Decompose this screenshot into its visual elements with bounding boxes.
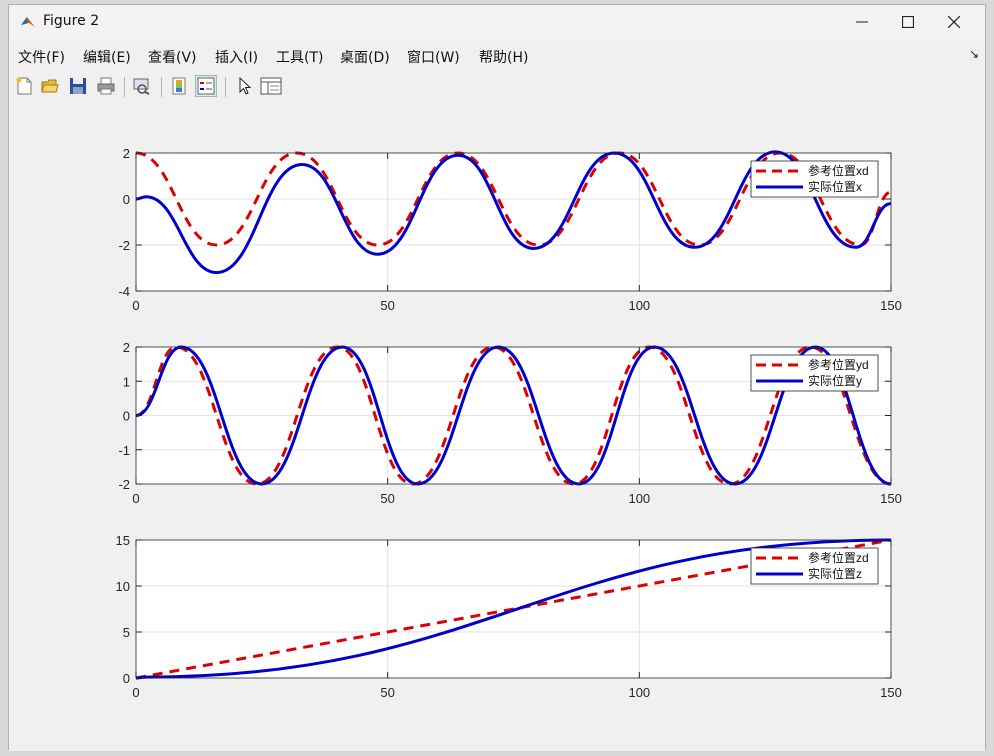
y-tick-label: 2 [123,340,130,355]
menu-edit[interactable]: 编辑(E) [83,47,131,67]
axes-3: 0 50 100 150 0 5 10 15 参考位置zd实际位置z [116,533,902,700]
window-title: Figure 2 [43,13,100,29]
menu-bar: 文件(F) 编辑(E) 查看(V) 插入(I) 工具(T) 桌面(D) 窗口(W… [9,41,985,69]
menu-tools[interactable]: 工具(T) [276,47,323,67]
y-tick-label: 10 [116,579,130,594]
legend-label: 参考位置zd [808,550,869,565]
close-icon [948,16,960,28]
y-tick-label: 15 [116,533,130,548]
x-tick-label: 100 [628,298,650,313]
pointer-icon [239,77,252,95]
axes-2: 0 50 100 150 -2 -1 0 1 2 参考位置yd实际位置y [118,340,901,506]
insert-colorbar-button[interactable] [168,75,190,97]
minimize-button[interactable] [839,5,885,39]
print-preview-button[interactable] [131,75,153,97]
matlab-icon [21,17,35,27]
save-button[interactable] [67,75,89,97]
new-file-icon [16,77,32,95]
save-icon [70,78,86,94]
legend-label: 实际位置z [808,566,862,581]
legend[interactable]: 参考位置xd实际位置x [750,160,879,198]
legend-icon [197,77,215,95]
new-figure-button[interactable] [13,75,35,97]
menu-window[interactable]: 窗口(W) [407,47,460,67]
legend-label: 参考位置yd [808,357,869,372]
title-bar[interactable]: Figure 2 [9,5,985,39]
open-file-button[interactable] [39,75,61,97]
legend-label: 实际位置y [808,373,862,388]
x-tick-label: 0 [132,298,139,313]
figure-window: Figure 2 文件(F) 编辑(E) 查看(V) 插入(I) 工具(T) 桌… [8,4,986,751]
y-tick-label: 0 [123,192,130,207]
close-button[interactable] [931,5,977,39]
print-button[interactable] [95,75,117,97]
x-tick-label: 0 [132,491,139,506]
property-inspector-button[interactable] [260,75,282,97]
figure-canvas: 0 50 100 150 -4 -2 0 2 参考位置xd 实际位置x 0 50 100 150 -2 -1 0… [9,103,985,751]
property-editor-icon [260,77,282,95]
insert-legend-button[interactable] [195,75,217,97]
minimize-icon [856,21,868,23]
dock-arrow-icon[interactable]: ↘ [969,47,979,61]
y-tick-label: 5 [123,625,130,640]
maximize-icon [902,16,914,28]
legend[interactable]: 参考位置yd实际位置y [750,354,879,392]
y-tick-label: -4 [118,284,130,299]
y-tick-label: 2 [123,146,130,161]
legend[interactable]: 参考位置zd实际位置z [750,547,879,585]
menu-view[interactable]: 查看(V) [148,47,197,67]
print-icon [97,77,115,95]
legend-label: 参考位置xd [808,163,869,178]
maximize-button[interactable] [885,5,931,39]
y-tick-label: -1 [118,443,130,458]
x-tick-label: 100 [628,491,650,506]
figure-toolbar [9,71,985,104]
toolbar-separator [161,77,162,97]
menu-desktop[interactable]: 桌面(D) [340,47,390,67]
x-tick-label: 150 [880,491,902,506]
plots-svg: 0 50 100 150-4-202参考位置xd实际位置x0 50 100 150-2-10… [116,146,902,700]
y-tick-label: -2 [118,238,130,253]
menu-insert[interactable]: 插入(I) [215,47,258,67]
menu-help[interactable]: 帮助(H) [479,47,528,67]
edit-plot-button[interactable] [233,75,255,97]
toolbar-separator [225,77,226,97]
axes-1: 0 50 100 150 -4 -2 0 2 参考位置xd实际位置x [118,146,901,313]
legend-label: 实际位置x [808,179,862,194]
link-plot-icon [133,78,150,95]
x-tick-label: 150 [880,298,902,313]
x-tick-label: 50 [380,298,394,313]
x-tick-label: 0 [132,685,139,700]
x-tick-label: 150 [880,685,902,700]
x-tick-label: 100 [628,685,650,700]
x-tick-label: 50 [380,491,394,506]
y-tick-label: 0 [123,409,130,424]
toolbar-separator [124,77,125,97]
y-tick-label: 1 [123,374,130,389]
menu-file[interactable]: 文件(F) [18,47,65,67]
y-tick-label: 0 [123,671,130,686]
x-tick-label: 50 [380,685,394,700]
folder-open-icon [41,79,59,93]
colorbar-icon [172,77,186,95]
y-tick-label: -2 [118,477,130,492]
